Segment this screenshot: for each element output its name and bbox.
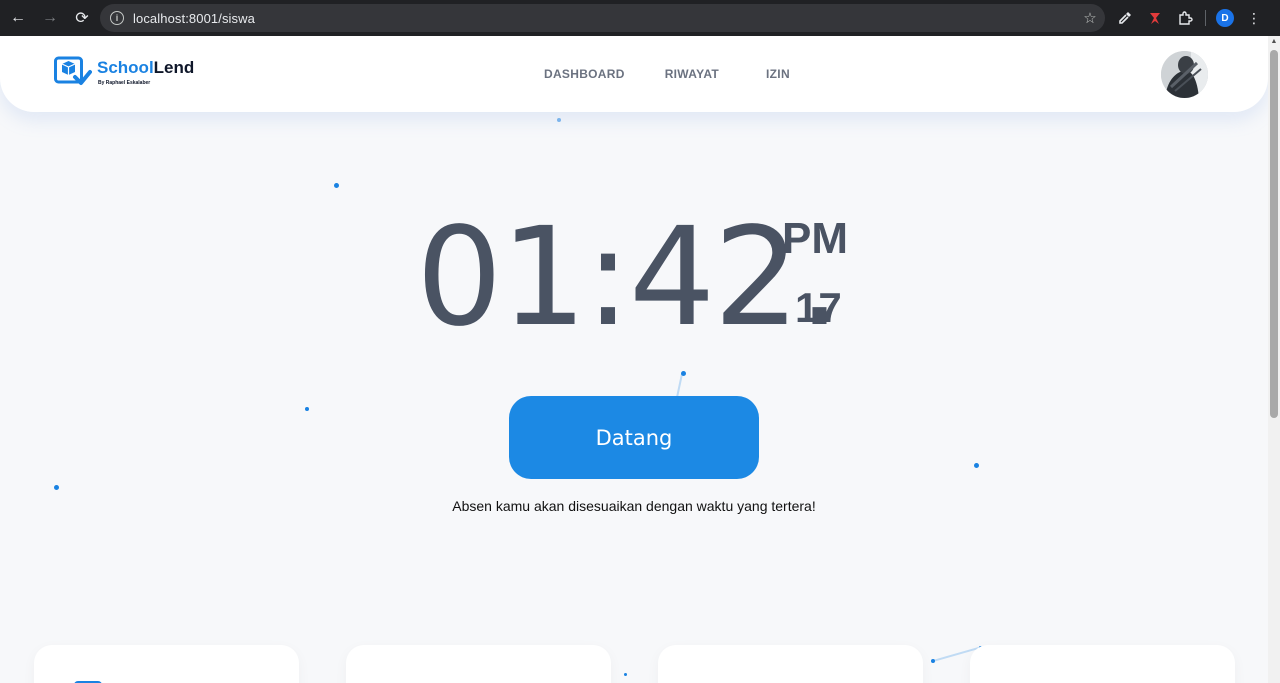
eyedropper-extension-icon[interactable]	[1115, 8, 1135, 28]
user-avatar[interactable]	[1161, 51, 1208, 98]
bookmark-star-icon[interactable]: ☆	[1075, 9, 1105, 27]
extensions-area: D ⋮	[1115, 4, 1264, 32]
forward-arrow-icon[interactable]: →	[36, 4, 64, 32]
top-navbar: SchoolLend By Raphael Eskalaber DASHBOAR…	[0, 36, 1268, 112]
particle-dot	[334, 183, 339, 188]
scrollbar-thumb[interactable]	[1270, 50, 1278, 418]
clock-period: PM	[782, 214, 848, 263]
kebab-menu-icon[interactable]: ⋮	[1244, 8, 1264, 28]
brand-name: SchoolLend	[97, 57, 195, 77]
clock-seconds: 17	[795, 284, 842, 331]
address-bar[interactable]: i localhost:8001/siswa ☆	[100, 4, 1105, 32]
particle-dot	[305, 407, 309, 411]
brand-name-secondary: Lend	[153, 57, 195, 77]
nav-dashboard[interactable]: DASHBOARD	[544, 67, 625, 81]
puzzle-extensions-icon[interactable]	[1175, 8, 1195, 28]
box-check-icon	[54, 56, 92, 85]
scroll-up-icon[interactable]: ▲	[1268, 36, 1280, 48]
stat-card	[658, 645, 923, 683]
site-info-icon[interactable]: i	[110, 11, 124, 25]
brand-name-primary: School	[97, 57, 154, 77]
brand-text: SchoolLend By Raphael Eskalaber	[97, 57, 195, 86]
particle-dot	[557, 118, 561, 122]
address-url[interactable]: localhost:8001/siswa	[133, 11, 1075, 26]
browser-toolbar: ← → ⟳ i localhost:8001/siswa ☆ D ⋮	[0, 0, 1280, 36]
datang-button[interactable]: Datang	[509, 396, 759, 479]
page-scrollbar[interactable]: ▲	[1268, 36, 1280, 683]
back-arrow-icon[interactable]: ←	[4, 4, 32, 32]
particle-dot	[974, 463, 979, 468]
stat-card	[970, 645, 1235, 683]
stat-card	[346, 645, 611, 683]
user-photo-icon	[1161, 51, 1208, 98]
nav-riwayat[interactable]: RIWAYAT	[665, 67, 719, 81]
particle-dot	[624, 673, 627, 676]
main-menu: DASHBOARD RIWAYAT IZIN	[544, 67, 790, 81]
toolbar-separator	[1205, 10, 1206, 26]
nav-izin[interactable]: IZIN	[766, 67, 790, 81]
stat-card	[34, 645, 299, 683]
particle-line	[676, 373, 683, 398]
profile-avatar-icon[interactable]: D	[1216, 9, 1234, 27]
red-extension-icon[interactable]	[1145, 8, 1165, 28]
attendance-notice: Absen kamu akan disesuaikan dengan waktu…	[452, 498, 816, 514]
particle-dot	[54, 485, 59, 490]
clock-time: 01:42.	[416, 199, 841, 357]
page-content: SchoolLend By Raphael Eskalaber DASHBOAR…	[0, 36, 1268, 683]
reload-icon[interactable]: ⟳	[68, 4, 96, 32]
brand-logo[interactable]: SchoolLend By Raphael Eskalaber	[54, 56, 194, 88]
brand-byline: By Raphael Eskalaber	[98, 79, 151, 86]
